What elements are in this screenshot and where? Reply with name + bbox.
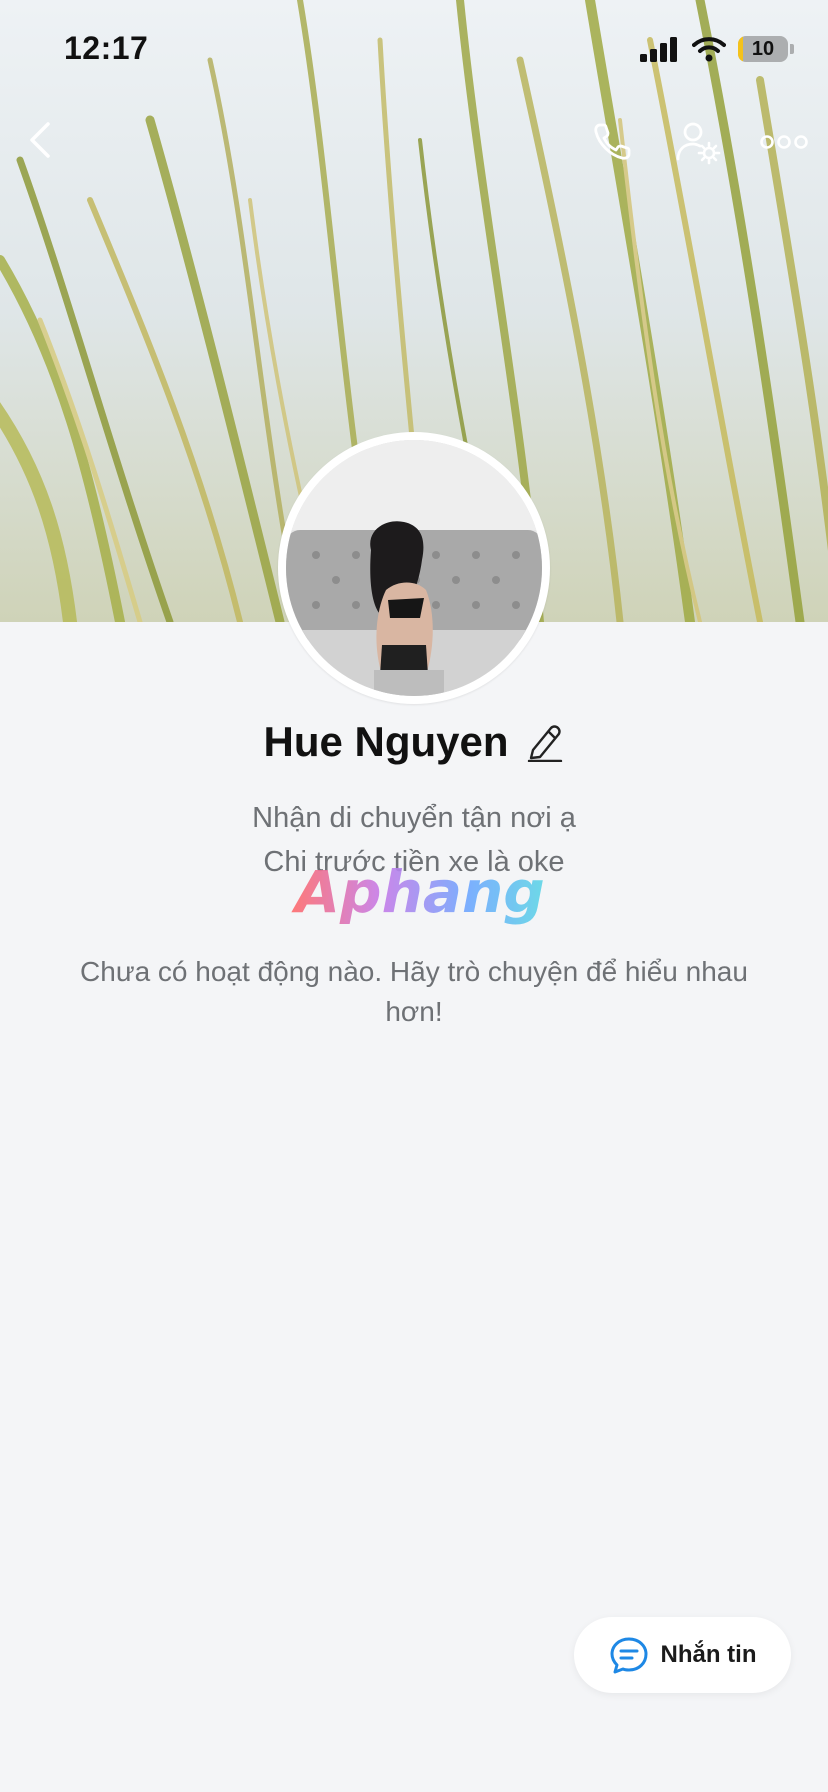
call-button[interactable] [584,116,640,168]
bio-line-1: Nhận di chuyển tận nơi ạ [252,802,576,834]
profile-screen: 12:17 10 Hue Nguyen Nhận di chuyển tận n… [0,0,828,1792]
empty-activity-message: Chưa có hoạt động nào. Hãy trò chuyện để… [80,956,748,1027]
watermark-logo-image: Aphang [291,858,545,926]
avatar-photo [286,440,542,696]
wifi-icon [692,37,726,62]
battery-fill [738,36,743,62]
edit-name-button[interactable] [525,720,565,764]
profile-name: Hue Nguyen [263,718,509,765]
profile-name-row: Hue Nguyen [0,718,828,766]
chevron-left-icon [30,122,50,158]
battery-indicator: 10 [738,36,788,62]
cellular-signal-icon [640,37,677,62]
more-horizontal-icon [760,135,808,149]
svg-text:Aphang: Aphang [291,858,545,926]
more-options-button[interactable] [756,116,812,168]
message-button-label: Nhắn tin [660,1641,757,1668]
avatar [286,440,542,696]
avatar-frame[interactable] [278,432,550,704]
status-time: 12:17 [64,30,149,66]
battery-tip [790,44,794,54]
watermark-logo: Aphang [290,858,550,928]
back-button[interactable] [22,116,62,164]
pencil-icon [527,725,562,762]
header-actions [584,116,812,168]
status-bar: 12:17 10 [0,0,828,100]
message-button[interactable]: Nhắn tin [574,1617,791,1693]
battery-level: 10 [751,37,775,60]
phone-icon [594,123,631,160]
status-icons: 10 [640,34,794,64]
profile-settings-button[interactable] [670,116,726,168]
chat-bubble-icon [610,1637,647,1674]
user-settings-icon [676,122,721,165]
